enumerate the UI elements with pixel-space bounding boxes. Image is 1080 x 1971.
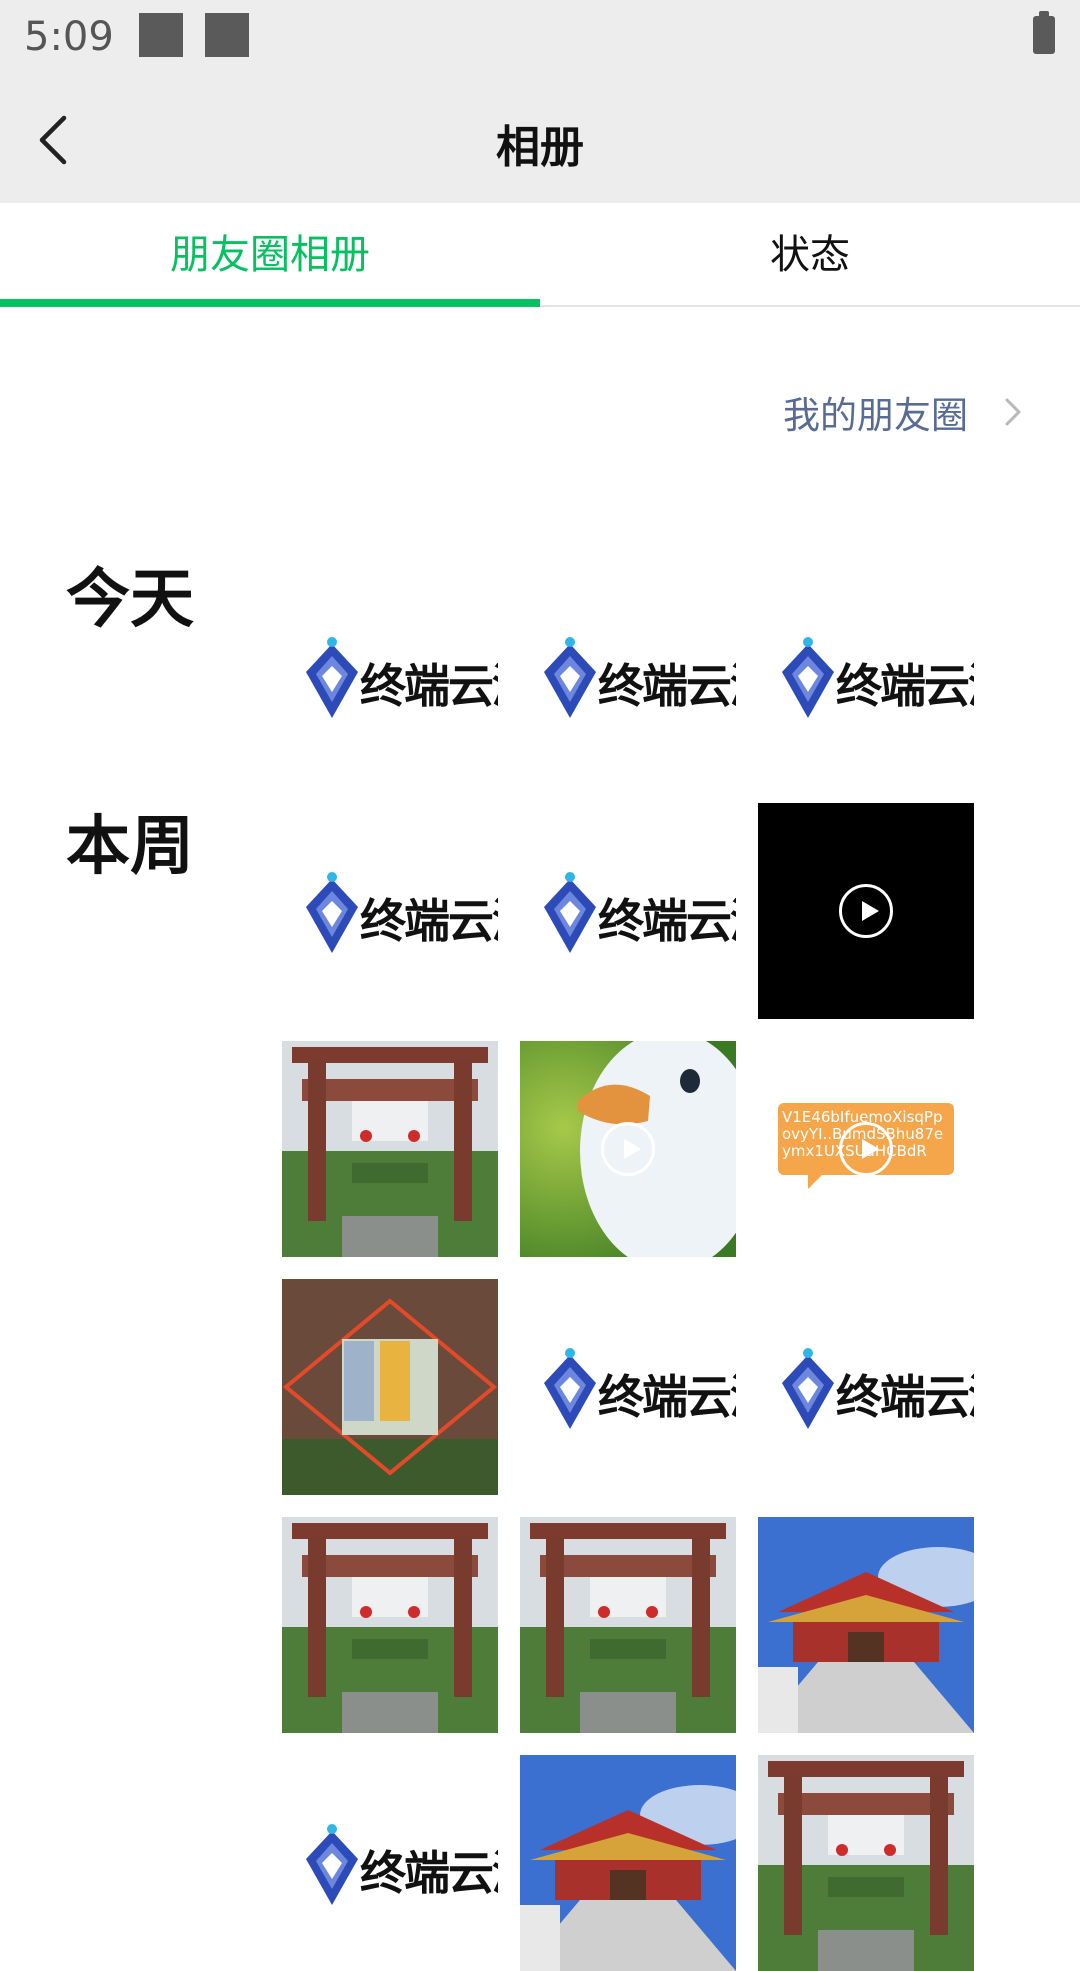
photo-thumbnail[interactable]	[758, 1755, 974, 1971]
photo-thumbnail[interactable]: 终端云测	[520, 1279, 736, 1495]
tab-status[interactable]: 状态	[540, 203, 1080, 307]
logo-text: 终端云测	[598, 1370, 736, 1424]
photo-thumbnail[interactable]: 终端云测	[282, 803, 498, 1019]
logo-text: 终端云测	[598, 659, 736, 713]
photo-thumbnail[interactable]: 终端云测	[520, 803, 736, 1019]
logo-text: 终端云测	[836, 659, 974, 713]
title-bar: 相册	[0, 75, 1080, 203]
logo-text: 终端云测	[836, 1370, 974, 1424]
battery-icon	[1033, 11, 1055, 54]
play-icon	[601, 1122, 655, 1176]
section-label-today: 今天	[66, 563, 194, 637]
logo-text: 终端云测	[360, 1846, 498, 1900]
logo-image: 终端云测	[758, 1347, 974, 1433]
logo-image: 终端云测	[520, 1347, 736, 1433]
photo-thumbnail[interactable]	[758, 1517, 974, 1733]
logo-image: 终端云测	[282, 636, 498, 722]
tab-moments-album[interactable]: 朋友圈相册	[0, 203, 540, 307]
tab-bar: 朋友圈相册 状态	[0, 203, 1080, 307]
photo-thumbnail[interactable]	[282, 1279, 498, 1495]
photo-thumbnail[interactable]	[282, 1041, 498, 1257]
logo-image: 终端云测	[758, 636, 974, 722]
logo-image: 终端云测	[282, 871, 498, 957]
photo-thumbnail[interactable]: 终端云测	[758, 1279, 974, 1495]
section-label-this-week: 本周	[66, 810, 194, 884]
logo-text: 终端云测	[360, 659, 498, 713]
logo-image: 终端云测	[520, 636, 736, 722]
status-time: 5:09	[24, 14, 114, 60]
my-moments-label: 我的朋友圈	[783, 394, 968, 437]
logo-image: 终端云测	[282, 1823, 498, 1909]
play-icon	[839, 884, 893, 938]
photo-thumbnail[interactable]: 终端云测	[282, 568, 498, 784]
photo-thumbnail[interactable]: 终端云测	[282, 1755, 498, 1971]
photo-thumbnail[interactable]: 终端云测	[758, 568, 974, 784]
logo-image: 终端云测	[520, 871, 736, 957]
logo-text: 终端云测	[360, 894, 498, 948]
video-thumbnail[interactable]	[520, 1041, 736, 1257]
video-thumbnail[interactable]	[758, 803, 974, 1019]
app-notification-icon	[139, 13, 183, 57]
my-moments-link[interactable]: 我的朋友圈	[783, 385, 1028, 439]
photo-thumbnail[interactable]	[282, 1517, 498, 1733]
photo-thumbnail[interactable]	[520, 1755, 736, 1971]
video-thumbnail[interactable]: V1E46bIfuemoXisqPpovyYI..BumdSBhu87eymx1…	[758, 1041, 974, 1257]
app-notification-icon	[205, 13, 249, 57]
chevron-right-icon	[1005, 398, 1021, 426]
play-icon	[839, 1122, 893, 1176]
status-bar: 5:09	[0, 0, 1080, 75]
photo-thumbnail[interactable]	[520, 1517, 736, 1733]
tab-selected-indicator	[0, 299, 540, 307]
logo-text: 终端云测	[598, 894, 736, 948]
page-title: 相册	[496, 122, 584, 173]
photo-thumbnail[interactable]: 终端云测	[520, 568, 736, 784]
